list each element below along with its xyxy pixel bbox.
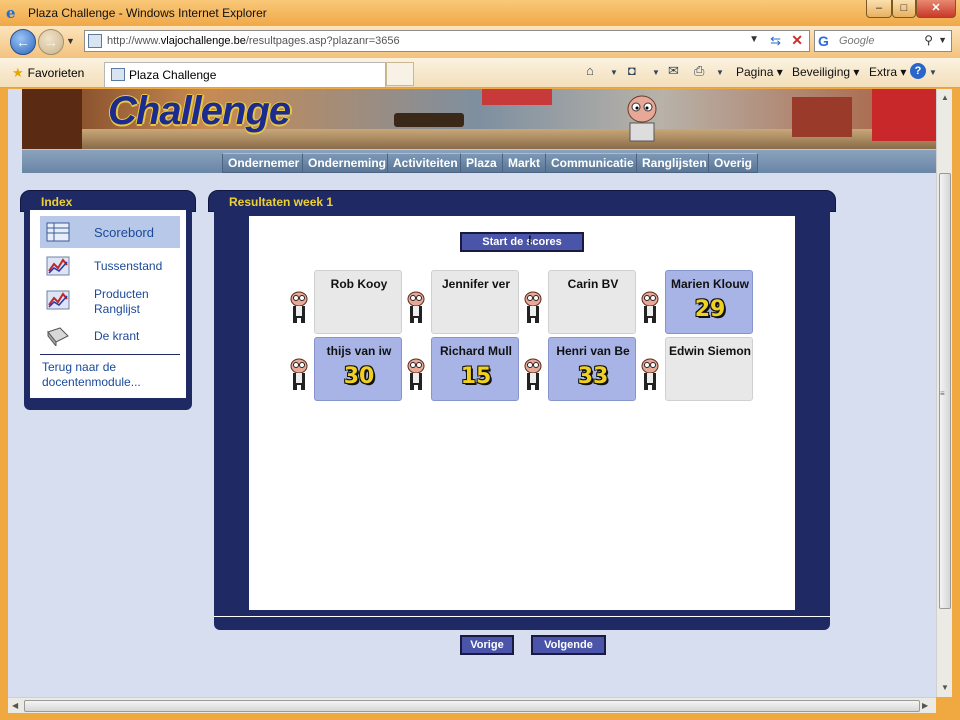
menu-overig[interactable]: Overig bbox=[708, 153, 759, 173]
player-card[interactable]: Rob Kooy bbox=[314, 270, 402, 334]
divider bbox=[40, 354, 180, 355]
address-dropdown-icon[interactable]: ▼ bbox=[749, 34, 759, 45]
player-avatar-icon bbox=[290, 358, 308, 390]
chart-icon bbox=[46, 290, 70, 310]
site-banner: Challenge bbox=[22, 89, 936, 149]
menu-ondernemer[interactable]: Ondernemer bbox=[222, 153, 306, 173]
google-icon: G bbox=[818, 33, 829, 49]
navigation-bar: ← → ▼ http://www.vlajochallenge.be/resul… bbox=[0, 26, 960, 58]
index-item-producten-ranglijst[interactable]: Producten Ranglijst bbox=[40, 284, 180, 316]
scoreboard-icon bbox=[46, 222, 70, 242]
window-title: Plaza Challenge - Windows Internet Explo… bbox=[28, 6, 267, 20]
player-avatar-icon bbox=[641, 358, 659, 390]
newspaper-icon bbox=[47, 327, 69, 346]
index-panel-header: Index bbox=[20, 190, 196, 212]
favorites-bar: ★ Favorieten Plaza Challenge ⌂ ▼ ◘ ▼ ✉ ⎙ … bbox=[0, 58, 960, 88]
rss-feed-icon[interactable]: ◘ bbox=[628, 63, 636, 78]
window-titlebar: e Plaza Challenge - Windows Internet Exp… bbox=[0, 0, 960, 26]
maximize-button[interactable]: □ bbox=[892, 0, 916, 18]
player-avatar-icon bbox=[407, 291, 425, 323]
stop-icon[interactable]: ✕ bbox=[791, 32, 803, 49]
history-dropdown-icon[interactable]: ▼ bbox=[66, 36, 75, 46]
new-tab-button[interactable] bbox=[386, 62, 414, 86]
next-button[interactable]: Volgende bbox=[531, 635, 606, 655]
grip-icon: ≡ bbox=[940, 389, 945, 398]
page-icon bbox=[88, 34, 102, 48]
search-dropdown-icon[interactable]: ▼ bbox=[938, 35, 947, 45]
player-avatar-icon bbox=[524, 358, 542, 390]
menu-onderneming[interactable]: Onderneming bbox=[302, 153, 393, 173]
player-card[interactable]: Henri van Be 33 bbox=[548, 337, 636, 401]
internet-explorer-icon: e bbox=[6, 4, 16, 22]
print-dropdown-icon[interactable]: ▼ bbox=[716, 68, 724, 77]
home-icon[interactable]: ⌂ bbox=[586, 63, 594, 78]
search-placeholder: Google bbox=[839, 35, 875, 47]
player-card[interactable]: Jennifer ver bbox=[431, 270, 519, 334]
favorites-button[interactable]: ★ Favorieten bbox=[12, 65, 84, 81]
menu-markt[interactable]: Markt bbox=[502, 153, 547, 173]
start-scores-button[interactable]: Start de scores bbox=[460, 232, 584, 252]
index-item-scorebord[interactable]: Scorebord bbox=[40, 216, 180, 248]
player-card[interactable]: Marien Klouw 29 bbox=[665, 270, 753, 334]
back-to-teacher-module-link[interactable]: Terug naar de docentenmodule... bbox=[42, 360, 182, 390]
horizontal-scrollbar[interactable]: ◀ ▶ bbox=[8, 697, 936, 713]
site-menu: Ondernemer Onderneming Activiteiten Plaz… bbox=[22, 149, 936, 173]
forward-button[interactable]: → bbox=[38, 29, 64, 55]
player-card[interactable]: Richard Mull 15 bbox=[431, 337, 519, 401]
previous-button[interactable]: Vorige bbox=[460, 635, 514, 655]
player-avatar-icon bbox=[524, 291, 542, 323]
help-dropdown-icon[interactable]: ▼ bbox=[929, 68, 937, 77]
index-item-tussenstand[interactable]: Tussenstand bbox=[40, 254, 180, 278]
tab-title: Plaza Challenge bbox=[129, 68, 217, 82]
scroll-left-icon[interactable]: ◀ bbox=[12, 701, 18, 710]
star-icon: ★ bbox=[12, 65, 24, 80]
rss-dropdown-icon[interactable]: ▼ bbox=[652, 68, 660, 77]
player-card[interactable]: Carin BV bbox=[548, 270, 636, 334]
minimize-button[interactable]: – bbox=[866, 0, 892, 18]
page-viewport: Challenge Ondernemer Onderneming Activit… bbox=[8, 89, 936, 697]
search-box[interactable]: G Google ⚲ ▼ bbox=[814, 30, 952, 52]
tab-plaza-challenge[interactable]: Plaza Challenge bbox=[104, 62, 386, 87]
menu-communicatie[interactable]: Communicatie bbox=[545, 153, 640, 173]
close-window-button[interactable]: ✕ bbox=[916, 0, 956, 18]
menu-plaza[interactable]: Plaza bbox=[460, 153, 503, 173]
security-menu[interactable]: Beveiliging ▾ bbox=[792, 65, 859, 79]
index-panel: Scorebord Tussenstand Producten Ranglijs… bbox=[24, 210, 192, 398]
vertical-scrollbar[interactable]: ▲ ≡ ▼ bbox=[936, 89, 952, 697]
scroll-right-icon[interactable]: ▶ bbox=[922, 701, 928, 710]
mail-icon[interactable]: ✉ bbox=[668, 63, 679, 79]
scroll-down-icon[interactable]: ▼ bbox=[941, 683, 949, 692]
home-dropdown-icon[interactable]: ▼ bbox=[610, 68, 618, 77]
mascot-icon bbox=[627, 95, 657, 142]
text-cursor-icon: I bbox=[528, 232, 532, 248]
horizontal-scroll-thumb[interactable] bbox=[24, 700, 920, 712]
search-icon[interactable]: ⚲ bbox=[924, 33, 933, 47]
player-avatar-icon bbox=[290, 291, 308, 323]
chart-icon bbox=[46, 256, 70, 276]
results-panel-header: Resultaten week 1 bbox=[208, 190, 836, 212]
back-button[interactable]: ← bbox=[10, 29, 36, 55]
extra-menu[interactable]: Extra ▾ bbox=[869, 65, 906, 79]
player-card[interactable]: thijs van iw 30 bbox=[314, 337, 402, 401]
refresh-icon[interactable]: ⇆ bbox=[770, 33, 781, 49]
address-url: http://www.vlajochallenge.be/resultpages… bbox=[107, 35, 400, 47]
address-bar[interactable]: http://www.vlajochallenge.be/resultpages… bbox=[84, 30, 810, 52]
print-icon[interactable]: ⎙ bbox=[694, 63, 704, 79]
index-title: Index bbox=[41, 195, 73, 209]
help-icon[interactable]: ? bbox=[910, 63, 926, 79]
page-icon bbox=[111, 68, 125, 81]
menu-activiteiten[interactable]: Activiteiten bbox=[387, 153, 464, 173]
player-avatar-icon bbox=[641, 291, 659, 323]
index-item-de-krant[interactable]: De krant bbox=[40, 324, 180, 348]
player-card[interactable]: Edwin Siemon bbox=[665, 337, 753, 401]
results-title: Resultaten week 1 bbox=[229, 195, 334, 209]
scroll-up-icon[interactable]: ▲ bbox=[941, 93, 949, 102]
player-avatar-icon bbox=[407, 358, 425, 390]
page-menu[interactable]: Pagina ▾ bbox=[736, 65, 783, 79]
menu-ranglijsten[interactable]: Ranglijsten bbox=[636, 153, 713, 173]
challenge-logo: Challenge bbox=[108, 89, 291, 133]
